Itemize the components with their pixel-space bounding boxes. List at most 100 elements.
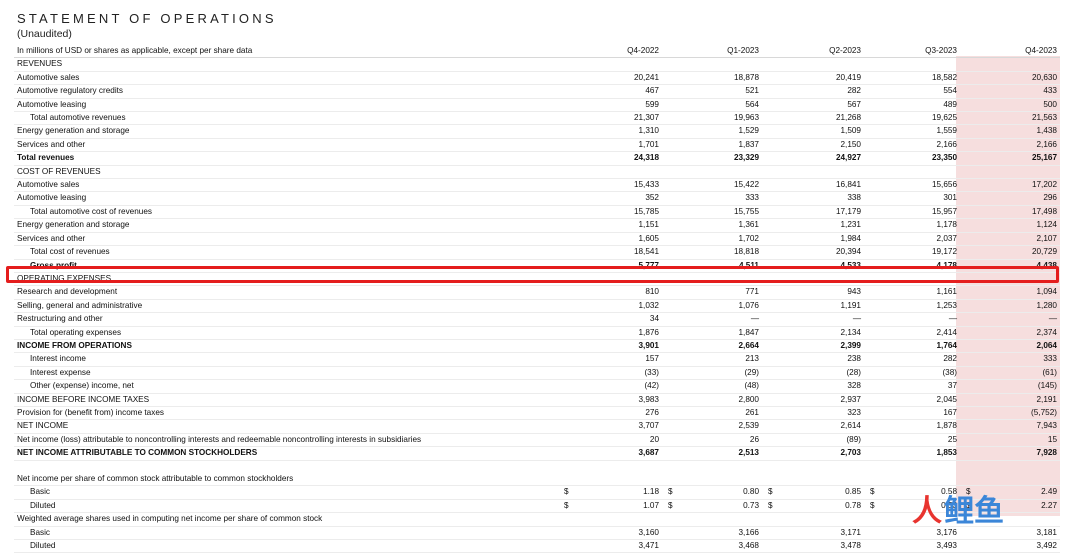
row-value: 15,433 — [558, 178, 662, 193]
row-label: Net income (loss) attributable to noncon… — [14, 433, 558, 448]
row-value: 1,191 — [762, 299, 864, 314]
row-value: (38) — [864, 366, 960, 381]
row-value — [662, 512, 762, 527]
row-value: 1,361 — [662, 218, 762, 233]
row-value: 15,957 — [864, 205, 960, 220]
row-value: 2,064 — [960, 339, 1060, 354]
table-row: Automotive leasing 352 333 338 301 296 — [14, 191, 1060, 206]
row-value: 433 — [960, 84, 1060, 99]
row-value: 3,707 — [558, 419, 662, 434]
table-row: Automotive sales 15,433 15,422 16,841 15,656… — [14, 178, 1060, 193]
row-value: 2,937 — [762, 393, 864, 407]
table-row: Diluted 3,471 3,468 3,478 3,493 3,492 — [14, 539, 1060, 553]
row-value: 37 — [864, 379, 960, 394]
row-value: 18,541 — [558, 245, 662, 260]
currency-symbol: $ — [870, 487, 875, 497]
row-value: $0.80 — [662, 485, 762, 500]
row-value: 3,468 — [662, 539, 762, 553]
row-value: 1,310 — [558, 124, 662, 139]
row-label: Research and development — [14, 285, 558, 300]
table-row: COST OF REVENUES — [14, 165, 1060, 180]
row-value: 1,231 — [762, 218, 864, 233]
row-label: Restructuring and other — [14, 312, 558, 327]
row-value: 1,529 — [662, 124, 762, 139]
row-label: Selling, general and administrative — [14, 299, 558, 314]
row-value — [662, 460, 762, 473]
table-row: Other (expense) income, net (42) (48) 328 37… — [14, 379, 1060, 394]
row-label: Total cost of revenues — [14, 245, 558, 260]
row-value: 24,318 — [558, 151, 662, 166]
row-value — [558, 512, 662, 527]
row-value: 20 — [558, 433, 662, 448]
row-value: 771 — [662, 285, 762, 300]
value-text: 0.78 — [845, 500, 861, 510]
row-value: 17,179 — [762, 205, 864, 220]
row-value — [662, 472, 762, 487]
table-row: REVENUES — [14, 57, 1060, 72]
row-value: 167 — [864, 406, 960, 421]
row-value: 810 — [558, 285, 662, 300]
row-value: 2,045 — [864, 393, 960, 407]
row-value: (33) — [558, 366, 662, 381]
row-label: Diluted — [14, 539, 558, 553]
row-value: (61) — [960, 366, 1060, 381]
table-row: Automotive regulatory credits 467 521 282 55… — [14, 84, 1060, 99]
row-value: 3,471 — [558, 539, 662, 553]
row-value: 338 — [762, 191, 864, 206]
row-value — [960, 460, 1060, 473]
table-row: NET INCOME 3,707 2,539 2,614 1,878 7,943 — [14, 419, 1060, 434]
row-value — [960, 57, 1060, 72]
currency-symbol: $ — [668, 500, 673, 510]
row-value — [762, 472, 864, 487]
row-value: 23,329 — [662, 151, 762, 166]
table-row: NET INCOME ATTRIBUTABLE TO COMMON STOCKH… — [14, 446, 1060, 461]
currency-symbol: $ — [768, 487, 773, 497]
row-value: 3,493 — [864, 539, 960, 553]
row-value: 19,172 — [864, 245, 960, 260]
row-value: 1,559 — [864, 124, 960, 139]
row-value: 1,984 — [762, 232, 864, 247]
row-value — [762, 512, 864, 527]
row-value: (29) — [662, 366, 762, 381]
watermark-text: 鲤鱼 — [944, 495, 1004, 528]
row-label: Services and other — [14, 138, 558, 153]
row-label: Energy generation and storage — [14, 218, 558, 233]
row-value: 301 — [864, 191, 960, 206]
row-value — [960, 472, 1060, 487]
row-value: 16,841 — [762, 178, 864, 193]
table-row: Basic $1.18 $0.80 $0.85 $0.58 $2.49 — [14, 485, 1060, 500]
row-value: 1,253 — [864, 299, 960, 314]
row-label: INCOME BEFORE INCOME TAXES — [14, 393, 558, 407]
row-value: 20,394 — [762, 245, 864, 260]
row-label: REVENUES — [14, 57, 558, 72]
statement-title: STATEMENT OF OPERATIONS — [17, 11, 277, 26]
row-label: Other (expense) income, net — [14, 379, 558, 394]
row-value: 3,478 — [762, 539, 864, 553]
header-period: Q3-2023 — [864, 45, 960, 59]
value-text: 0.85 — [845, 487, 861, 497]
row-value: 1,076 — [662, 299, 762, 314]
row-value: 333 — [960, 352, 1060, 367]
row-value: 15,755 — [662, 205, 762, 220]
row-value: 3,687 — [558, 446, 662, 461]
row-value: 1,161 — [864, 285, 960, 300]
row-value: 2,414 — [864, 326, 960, 340]
row-value: 467 — [558, 84, 662, 99]
row-value: 3,983 — [558, 393, 662, 407]
table-row: Weighted average shares used in computin… — [14, 512, 1060, 527]
row-value: 296 — [960, 191, 1060, 206]
row-value — [662, 57, 762, 72]
row-value: 1,151 — [558, 218, 662, 233]
row-value: 1,876 — [558, 326, 662, 340]
table-row: Diluted $1.07 $0.73 $0.78 $0.53 $2.27 — [14, 499, 1060, 514]
row-value: 1,837 — [662, 138, 762, 153]
row-value: 20,241 — [558, 71, 662, 86]
table-row — [14, 460, 1060, 473]
table-row: Total revenues 24,318 23,329 24,927 23,350 25… — [14, 151, 1060, 166]
row-value: (145) — [960, 379, 1060, 394]
header-period: Q4-2023 — [960, 45, 1060, 59]
row-value: $0.85 — [762, 485, 864, 500]
table-row: Services and other 1,605 1,702 1,984 2,037 2,… — [14, 232, 1060, 247]
row-label: Automotive leasing — [14, 191, 558, 206]
row-label: Basic — [14, 485, 558, 500]
